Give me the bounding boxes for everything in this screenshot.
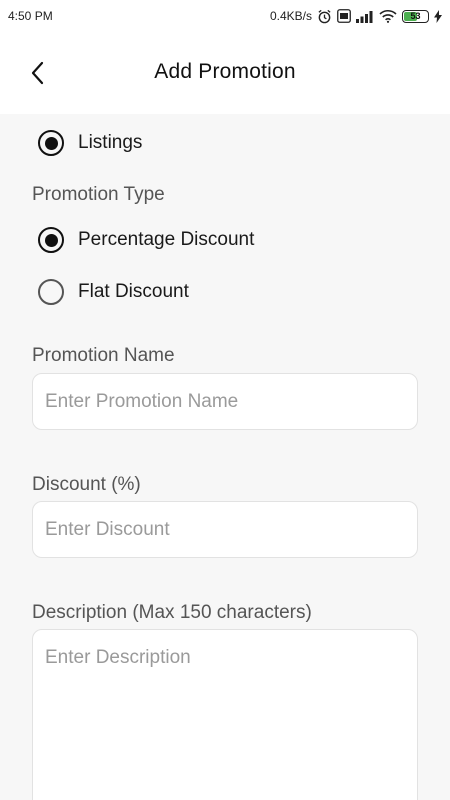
flat-discount-label: Flat Discount — [78, 281, 189, 302]
wifi-icon — [379, 10, 397, 23]
description-label: Description (Max 150 characters) — [32, 602, 312, 623]
status-icons: 0.4KB/s 53 — [270, 9, 442, 24]
promotion-name-input[interactable] — [32, 373, 418, 430]
promotion-type-label: Promotion Type — [32, 184, 165, 205]
promotion-name-label: Promotion Name — [32, 345, 175, 366]
promotion-form: Listings Promotion Type Percentage Disco… — [0, 114, 450, 800]
battery-icon: 53 — [402, 9, 429, 23]
volte-icon — [337, 9, 351, 23]
listings-label: Listings — [78, 132, 143, 153]
network-speed: 0.4KB/s — [269, 9, 312, 23]
listings-radio-option[interactable]: Listings — [38, 128, 142, 158]
battery-level: 53 — [410, 11, 421, 21]
percentage-discount-radio-option[interactable]: Percentage Discount — [38, 225, 254, 255]
flat-discount-radio-option[interactable]: Flat Discount — [38, 277, 189, 307]
alarm-icon — [318, 9, 331, 23]
radio-checked-icon — [38, 130, 64, 156]
percentage-discount-label: Percentage Discount — [78, 229, 255, 250]
status-time: 4:50 PM — [8, 9, 53, 23]
discount-label: Discount (%) — [32, 474, 141, 495]
description-textarea[interactable] — [32, 629, 418, 800]
charging-icon — [434, 9, 442, 23]
status-bar: 4:50 PM 0.4KB/s 53 — [0, 0, 450, 32]
radio-checked-icon — [38, 227, 64, 253]
app-bar: Add Promotion — [0, 32, 450, 114]
page-title: Add Promotion — [154, 60, 296, 83]
discount-input[interactable] — [32, 501, 418, 558]
radio-unchecked-icon — [38, 279, 64, 305]
signal-icon — [356, 10, 373, 23]
